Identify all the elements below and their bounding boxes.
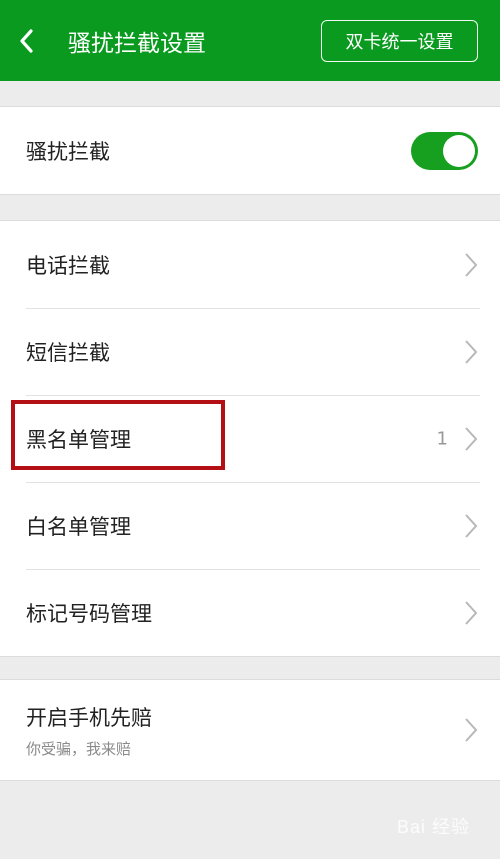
harassment-block-toggle[interactable] <box>411 131 478 170</box>
harassment-toggle-group: 骚扰拦截 <box>0 106 500 195</box>
compensation-group: 开启手机先赔 你受骗，我来赔 <box>0 679 500 781</box>
dual-sim-settings-button[interactable]: 双卡统一设置 <box>321 20 478 62</box>
compensation-subtitle: 你受骗，我来赔 <box>26 739 132 758</box>
list-item-label: 白名单管理 <box>26 514 131 539</box>
title-bar: 骚扰拦截设置 双卡统一设置 <box>0 0 500 81</box>
list-item-marked-numbers[interactable]: 标记号码管理 <box>0 569 500 656</box>
toggle-knob <box>443 134 475 167</box>
chevron-right-icon <box>465 426 478 451</box>
chevron-right-icon <box>465 339 478 364</box>
page-title: 骚扰拦截设置 <box>68 30 206 57</box>
chevron-right-icon <box>465 718 478 742</box>
list-item-phone-compensation[interactable]: 开启手机先赔 你受骗，我来赔 <box>0 680 500 780</box>
watermark: Bai 经验 <box>396 817 470 837</box>
list-item-label: 标记号码管理 <box>26 601 152 626</box>
chevron-right-icon <box>465 513 478 538</box>
chevron-right-icon <box>465 252 478 277</box>
harassment-block-label: 骚扰拦截 <box>26 139 110 164</box>
list-item-sms-block[interactable]: 短信拦截 <box>0 308 500 395</box>
back-button[interactable] <box>18 0 66 81</box>
highlight-annotation <box>11 400 225 470</box>
blacklist-count: 1 <box>436 428 448 449</box>
list-item-label: 短信拦截 <box>26 340 110 365</box>
list-item-label: 电话拦截 <box>26 253 110 278</box>
chevron-left-icon <box>20 28 33 53</box>
harassment-block-row: 骚扰拦截 <box>0 107 500 194</box>
list-item-call-block[interactable]: 电话拦截 <box>0 221 500 308</box>
list-item-whitelist[interactable]: 白名单管理 <box>0 482 500 569</box>
chevron-right-icon <box>465 600 478 625</box>
compensation-title: 开启手机先赔 <box>26 705 152 730</box>
